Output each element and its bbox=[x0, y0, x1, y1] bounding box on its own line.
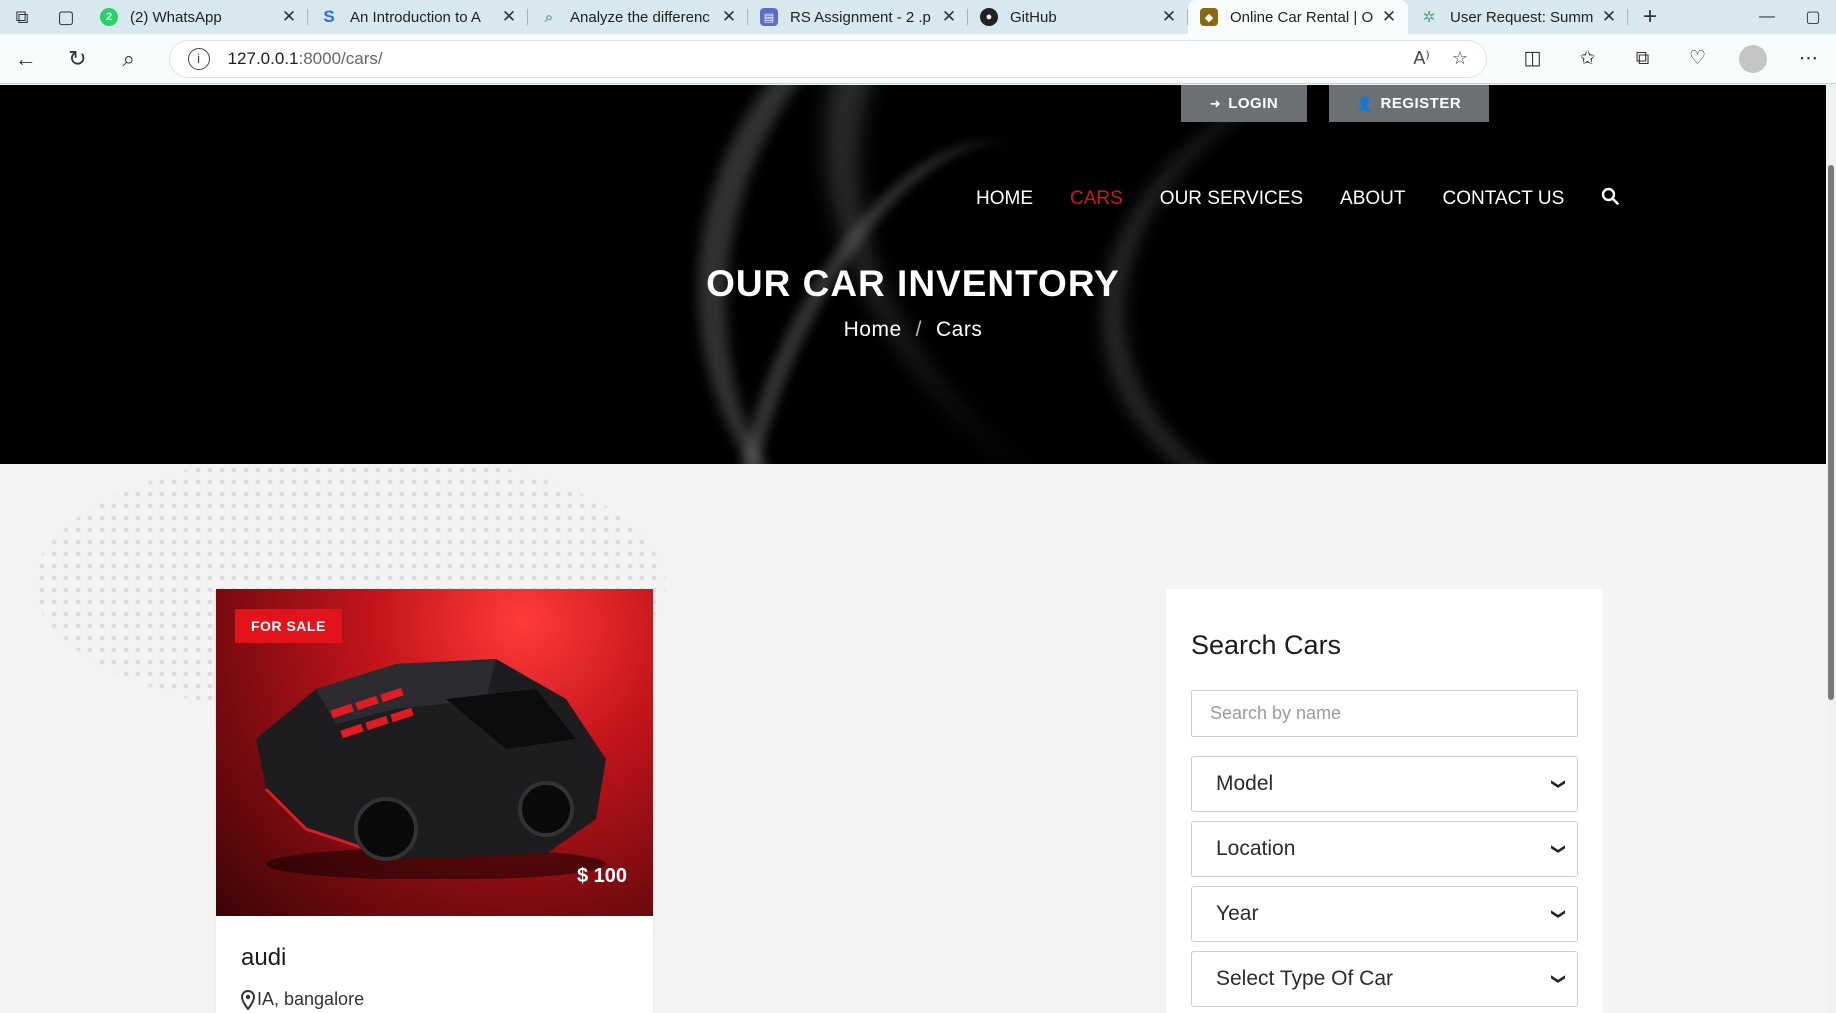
search-by-name-input[interactable] bbox=[1191, 690, 1578, 737]
for-sale-badge: FOR SALE bbox=[235, 609, 342, 643]
read-aloud-icon[interactable]: A⁾ bbox=[1413, 48, 1429, 69]
breadcrumb-home[interactable]: Home bbox=[844, 318, 902, 341]
login-label: LOGIN bbox=[1228, 95, 1279, 112]
car-name[interactable]: audi bbox=[241, 944, 286, 972]
browser-tab-whatsapp[interactable]: 2 (2) WhatsApp ✕ bbox=[88, 0, 308, 34]
whatsapp-icon: 2 bbox=[100, 8, 118, 26]
collections-icon[interactable]: ⧉ bbox=[1615, 45, 1670, 73]
chevron-down-icon: ❯ bbox=[1551, 843, 1568, 855]
close-icon[interactable]: ✕ bbox=[1160, 7, 1178, 27]
car-image[interactable]: FOR SALE $ 100 bbox=[216, 589, 653, 916]
tab-title: GitHub bbox=[1010, 8, 1057, 26]
location-select[interactable]: Location ❯ bbox=[1191, 821, 1578, 877]
split-screen-icon[interactable]: ◫ bbox=[1505, 45, 1560, 73]
address-bar: ← ↻ ⌕ i 127.0.0.1:8000/cars/ A⁾ ☆ ◫ ✩ ⧉ … bbox=[0, 34, 1836, 84]
main-navigation: HOME CARS OUR SERVICES ABOUT CONTACT US bbox=[976, 187, 1620, 211]
content-area: FOR SALE $ 100 audi IA, bangalore Search… bbox=[0, 464, 1826, 1013]
browser-tab-introduction[interactable]: S An Introduction to A ✕ bbox=[308, 0, 528, 34]
url-field[interactable]: i 127.0.0.1:8000/cars/ A⁾ ☆ bbox=[168, 39, 1487, 78]
tab-actions-icon[interactable]: ▢ bbox=[44, 0, 88, 34]
maximize-icon[interactable]: ▢ bbox=[1790, 0, 1836, 34]
github-icon: ● bbox=[980, 8, 998, 26]
car-card[interactable]: FOR SALE $ 100 audi IA, bangalore bbox=[216, 589, 653, 1013]
favorites-icon[interactable]: ✩ bbox=[1560, 45, 1615, 73]
nav-cars[interactable]: CARS bbox=[1070, 188, 1123, 210]
search-icon: ⌕ bbox=[544, 8, 554, 26]
nav-contact-us[interactable]: CONTACT US bbox=[1443, 188, 1565, 210]
close-icon[interactable]: ✕ bbox=[1600, 7, 1618, 27]
browser-tab-rs-assignment[interactable]: ▤ RS Assignment - 2 .p ✕ bbox=[748, 0, 968, 34]
url-text[interactable]: 127.0.0.1:8000/cars/ bbox=[228, 49, 1392, 69]
new-tab-button[interactable]: + bbox=[1628, 0, 1672, 34]
close-icon[interactable]: ✕ bbox=[720, 7, 738, 27]
breadcrumb-current: Cars bbox=[936, 318, 983, 341]
nav-home[interactable]: HOME bbox=[976, 188, 1033, 210]
car-price: $ 100 bbox=[576, 865, 627, 887]
page-title: OUR CAR INVENTORY bbox=[706, 263, 1120, 304]
location-select-value: Location bbox=[1216, 837, 1296, 860]
document-icon: ▤ bbox=[760, 8, 778, 26]
tab-title: (2) WhatsApp bbox=[130, 8, 222, 26]
year-select[interactable]: Year ❯ bbox=[1191, 886, 1578, 942]
browser-essentials-icon[interactable]: ♡ bbox=[1670, 45, 1725, 73]
tab-title: An Introduction to A bbox=[350, 8, 481, 26]
close-icon[interactable]: ✕ bbox=[500, 7, 518, 27]
chevron-down-icon: ❯ bbox=[1551, 778, 1568, 790]
back-button[interactable]: ← bbox=[0, 34, 52, 84]
openai-icon: ✲ bbox=[1422, 9, 1436, 26]
close-icon[interactable]: ✕ bbox=[280, 7, 298, 27]
browser-tab-user-request[interactable]: ✲ User Request: Summ ✕ bbox=[1408, 0, 1628, 34]
breadcrumb-separator: / bbox=[915, 318, 923, 341]
browser-tab-strip: ⧉ ▢ 2 (2) WhatsApp ✕ S An Introduction t… bbox=[0, 0, 1836, 34]
register-button[interactable]: 👤 REGISTER bbox=[1329, 85, 1489, 122]
model-select[interactable]: Model ❯ bbox=[1191, 756, 1578, 812]
breadcrumb: Home / Cars bbox=[0, 318, 1826, 342]
hero-banner: ➜ LOGIN 👤 REGISTER HOME CARS OUR SERVICE… bbox=[0, 85, 1826, 464]
year-select-value: Year bbox=[1216, 902, 1259, 925]
chevron-down-icon: ❯ bbox=[1551, 973, 1568, 985]
search-cars-panel: Search Cars Model ❯ Location ❯ Year ❯ Se… bbox=[1166, 589, 1603, 1013]
nav-our-services[interactable]: OUR SERVICES bbox=[1160, 188, 1303, 210]
url-path: :8000/cars/ bbox=[298, 48, 383, 68]
tab-title: Online Car Rental | O bbox=[1230, 8, 1374, 26]
scrollbar-thumb[interactable] bbox=[1828, 165, 1834, 700]
browser-tab-online-car-rental[interactable]: ◆ Online Car Rental | O ✕ bbox=[1188, 0, 1408, 34]
minimize-icon[interactable]: — bbox=[1744, 0, 1790, 34]
window-controls: — ▢ bbox=[1744, 0, 1836, 34]
car-location-text: IA, bangalore bbox=[257, 989, 365, 1009]
search-icon[interactable]: ⌕ bbox=[103, 34, 155, 84]
page-scrollbar[interactable] bbox=[1826, 85, 1836, 1013]
url-host: 127.0.0.1 bbox=[227, 48, 299, 68]
favorite-star-icon[interactable]: ☆ bbox=[1452, 48, 1468, 69]
car-photo bbox=[256, 659, 606, 879]
search-panel-title: Search Cars bbox=[1191, 630, 1342, 660]
site-info-icon[interactable]: i bbox=[187, 47, 210, 70]
browser-tab-analyze[interactable]: ⌕ Analyze the differenc ✕ bbox=[528, 0, 748, 34]
user-plus-icon: 👤 bbox=[1356, 95, 1374, 111]
car-type-select-value: Select Type Of Car bbox=[1216, 967, 1394, 990]
nav-about[interactable]: ABOUT bbox=[1340, 188, 1405, 210]
tab-title: RS Assignment - 2 .p bbox=[790, 8, 931, 26]
tab-title: Analyze the differenc bbox=[570, 8, 710, 26]
map-marker-icon bbox=[241, 989, 255, 1010]
car-type-select[interactable]: Select Type Of Car ❯ bbox=[1191, 951, 1578, 1007]
login-button[interactable]: ➜ LOGIN bbox=[1181, 85, 1307, 122]
refresh-button[interactable]: ↻ bbox=[52, 34, 104, 84]
sign-in-icon: ➜ bbox=[1209, 95, 1222, 111]
chevron-down-icon: ❯ bbox=[1551, 908, 1568, 920]
s-icon: S bbox=[323, 7, 335, 26]
profile-avatar[interactable] bbox=[1739, 44, 1767, 73]
browser-toolbar: ◫ ✩ ⧉ ♡ ⋯ bbox=[1505, 44, 1836, 73]
close-icon[interactable]: ✕ bbox=[1380, 7, 1398, 27]
close-icon[interactable]: ✕ bbox=[940, 7, 958, 27]
browser-tab-github[interactable]: ● GitHub ✕ bbox=[968, 0, 1188, 34]
more-options-icon[interactable]: ⋯ bbox=[1781, 45, 1836, 73]
car-location: IA, bangalore bbox=[241, 989, 364, 1010]
tab-title: User Request: Summ bbox=[1450, 8, 1594, 26]
model-select-value: Model bbox=[1216, 772, 1274, 795]
car-rental-icon: ◆ bbox=[1200, 8, 1218, 26]
workspaces-icon[interactable]: ⧉ bbox=[0, 0, 44, 34]
register-label: REGISTER bbox=[1380, 95, 1462, 112]
search-icon[interactable] bbox=[1601, 187, 1620, 211]
